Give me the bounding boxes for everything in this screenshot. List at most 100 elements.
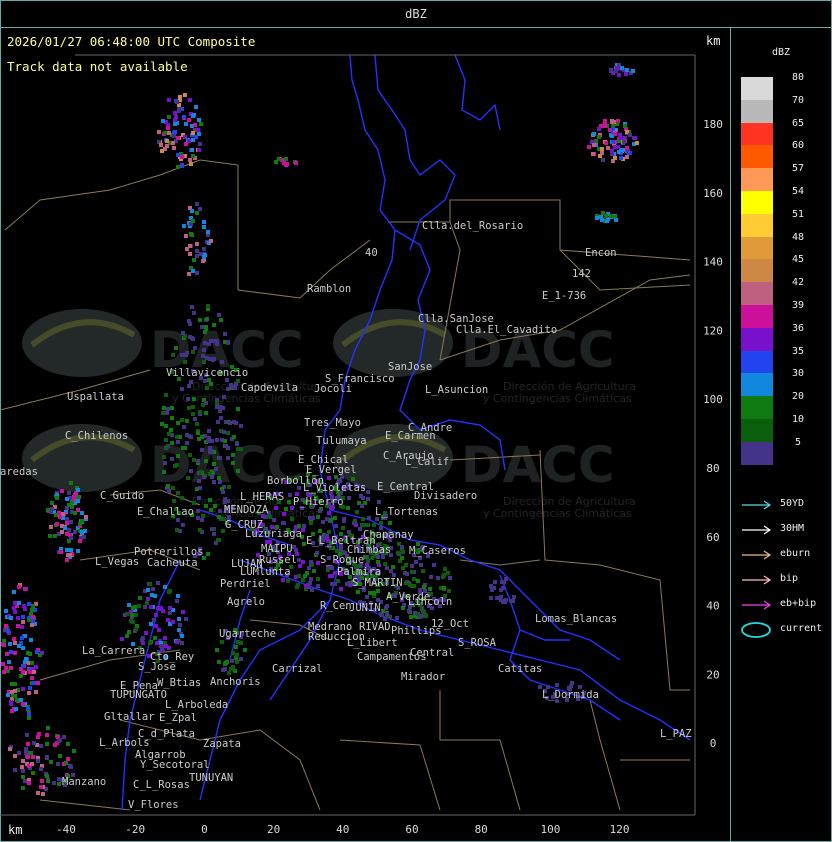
radar-echo-pixel <box>172 499 176 503</box>
radar-echo-pixel <box>31 771 35 775</box>
radar-echo-pixel <box>185 441 189 445</box>
place-label: Campamentos <box>357 651 427 663</box>
radar-echo-pixel <box>226 387 230 391</box>
legend-value: 65 <box>791 117 805 129</box>
radar-echo-pixel <box>272 518 276 522</box>
radar-echo-pixel <box>203 341 207 345</box>
radar-echo-pixel <box>60 489 64 493</box>
radar-map[interactable]: DACC Dirección de Agricultura y Continge… <box>0 0 731 842</box>
radar-echo-pixel <box>21 620 25 624</box>
radar-echo-pixel <box>206 552 210 556</box>
radar-echo-pixel <box>191 350 195 354</box>
radar-echo-pixel <box>171 141 175 145</box>
radar-echo-pixel <box>354 523 358 527</box>
radar-echo-pixel <box>26 742 30 746</box>
radar-echo-pixel <box>612 120 616 124</box>
radar-echo-pixel <box>234 421 238 425</box>
radar-echo-pixel <box>372 523 376 527</box>
radar-echo-pixel <box>619 136 623 140</box>
radar-echo-pixel <box>366 559 370 563</box>
radar-echo-pixel <box>125 634 129 638</box>
radar-echo-pixel <box>597 127 601 131</box>
track-label: eburn <box>780 548 811 559</box>
radar-echo-pixel <box>180 353 184 357</box>
radar-echo-pixel <box>29 638 33 642</box>
radar-echo-pixel <box>229 383 233 387</box>
radar-echo-pixel <box>31 615 35 619</box>
place-label: S_MARTIN <box>352 577 403 589</box>
radar-echo-pixel <box>9 616 13 620</box>
radar-echo-pixel <box>184 234 188 238</box>
radar-echo-pixel <box>222 395 226 399</box>
radar-echo-pixel <box>616 145 620 149</box>
radar-echo-pixel <box>196 509 200 513</box>
radar-echo-pixel <box>315 551 319 555</box>
radar-echo-pixel <box>223 332 227 336</box>
radar-echo-pixel <box>157 628 161 632</box>
radar-echo-pixel <box>57 782 61 786</box>
radar-echo-pixel <box>243 648 247 652</box>
radar-echo-pixel <box>233 386 237 390</box>
legend-swatch <box>741 327 773 351</box>
radar-echo-pixel <box>587 145 591 149</box>
radar-echo-pixel <box>16 616 20 620</box>
radar-echo-pixel <box>73 511 77 515</box>
radar-echo-pixel <box>149 605 153 609</box>
radar-echo-pixel <box>448 576 452 580</box>
radar-echo-pixel <box>224 444 228 448</box>
x-tick-label: 40 <box>336 823 349 836</box>
radar-echo-pixel <box>177 107 181 111</box>
radar-echo-pixel <box>28 751 32 755</box>
radar-echo-pixel <box>198 410 202 414</box>
radar-echo-pixel <box>625 155 629 159</box>
radar-echo-pixel <box>385 612 389 616</box>
radar-echo-pixel <box>198 528 202 532</box>
track-label: bip <box>780 573 799 584</box>
radar-echo-pixel <box>274 506 278 510</box>
radar-echo-pixel <box>7 660 11 664</box>
radar-echo-pixel <box>341 526 345 530</box>
radar-echo-pixel <box>180 155 184 159</box>
radar-echo-pixel <box>165 144 169 148</box>
radar-echo-pixel <box>2 670 6 674</box>
radar-echo-pixel <box>183 360 187 364</box>
radar-echo-pixel <box>611 140 615 144</box>
place-label: S_ROSA <box>458 637 497 649</box>
radar-echo-pixel <box>209 239 213 243</box>
radar-echo-pixel <box>35 650 39 654</box>
radar-echo-pixel <box>379 521 383 525</box>
radar-echo-pixel <box>409 615 413 619</box>
legend-value: 57 <box>791 163 805 175</box>
radar-echo-pixel <box>288 493 292 497</box>
radar-echo-pixel <box>41 792 45 796</box>
radar-echo-pixel <box>168 611 172 615</box>
radar-echo-pixel <box>622 140 626 144</box>
radar-echo-pixel <box>388 521 392 525</box>
radar-echo-pixel <box>366 497 370 501</box>
radar-echo-pixel <box>619 156 623 160</box>
radar-echo-pixel <box>16 624 20 628</box>
radar-echo-pixel <box>203 379 207 383</box>
legend-swatch <box>741 305 773 328</box>
track-arrow-icon <box>742 500 772 510</box>
radar-echo-pixel <box>82 535 86 539</box>
radar-echo-pixel <box>164 393 168 397</box>
radar-echo-pixel <box>156 581 160 585</box>
radar-echo-pixel <box>381 609 385 613</box>
radar-echo-pixel <box>159 606 163 610</box>
radar-echo-pixel <box>188 252 192 256</box>
radar-echo-pixel <box>230 659 234 663</box>
radar-echo-pixel <box>187 272 191 276</box>
radar-echo-pixel <box>226 340 230 344</box>
radar-echo-pixel <box>361 517 365 521</box>
radar-echo-pixel <box>69 536 73 540</box>
radar-echo-pixel <box>204 411 208 415</box>
place-label: L_Calif <box>405 456 449 468</box>
radar-echo-pixel <box>192 397 196 401</box>
track-label: 30HM <box>780 523 805 534</box>
radar-echo-pixel <box>53 534 57 538</box>
radar-echo-pixel <box>189 469 193 473</box>
radar-echo-pixel <box>24 751 28 755</box>
place-label: L_Arboleda <box>165 699 228 711</box>
legend-swatch <box>741 145 773 169</box>
